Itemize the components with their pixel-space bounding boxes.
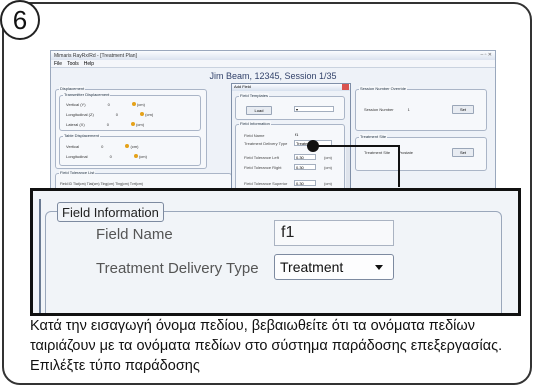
tolerance-left-label: Field Tolerance Left — [244, 155, 279, 160]
treatment-site-legend: Treatment Site — [359, 134, 388, 139]
transmitter-legend: Transmitter Displacement — [63, 92, 111, 97]
session-number-value: 1 — [407, 107, 410, 112]
load-button[interactable]: Load — [246, 106, 272, 115]
tolerance-superior-label: Field Tolerance Superior — [244, 181, 288, 186]
application-screenshot: Mimaris RayRx/Rd - [Treatment Plan] – ▫ … — [50, 50, 496, 192]
row-unit: (cm) — [138, 154, 147, 159]
status-dot-icon — [131, 102, 136, 106]
dialog-scrollbar[interactable] — [346, 146, 350, 191]
row-table-vertical: Vertical 0 (cm) — [66, 144, 138, 149]
session-number-label: Session Number — [364, 107, 394, 112]
window-titlebar: Mimaris RayRx/Rd - [Treatment Plan] – ▫ … — [51, 51, 495, 60]
menu-tools[interactable]: Tools — [67, 61, 79, 67]
menu-bar: File Tools Help — [51, 60, 495, 68]
treatment-site-set-button[interactable]: Set — [452, 148, 474, 157]
row-label: Vertical (Y) — [66, 102, 86, 107]
row-value: 0 — [101, 144, 104, 149]
field-templates-panel: Field Templates Load ▾ — [235, 93, 345, 120]
dialog-title: Add Field — [234, 84, 251, 89]
row-unit: (cm) — [130, 144, 139, 149]
instruction-caption: Κατά την εισαγωγή όνομα πεδίου, βεβαιωθε… — [30, 318, 503, 374]
window-controls[interactable]: – ▫ ✕ — [480, 52, 492, 58]
displacement-panel: Displacement Transmitter Displacement Ve… — [55, 86, 207, 169]
tolerance-columns: Field ID Tlat(cm) Tlat(cm) Tlng(cm) Tlng… — [60, 182, 143, 186]
template-select[interactable]: ▾ — [294, 106, 334, 112]
close-icon[interactable] — [342, 84, 349, 90]
session-number-panel: Session Number Override Session Number 1… — [355, 86, 487, 131]
session-title: Jim Beam, 12345, Session 1/35 — [209, 71, 337, 81]
dialog-field-info-panel: Field Information Field Name f1 Treatmen… — [235, 121, 345, 191]
delivery-type-label: Treatment Delivery Type — [96, 260, 259, 277]
field-information-legend: Field Information — [57, 202, 164, 222]
unit-label: (cm) — [324, 155, 332, 160]
row-unit: (cm) — [145, 112, 154, 117]
row-label: Vertical — [66, 144, 80, 149]
treatment-site-panel: Treatment Site Treatment Site Prostate S… — [355, 134, 487, 171]
tolerance-right-label: Field Tolerance Right — [244, 165, 282, 170]
row-value: 0 — [115, 112, 119, 117]
treatment-site-label: Treatment Site — [364, 150, 391, 155]
dialog-field-name-input[interactable]: f1 — [294, 132, 332, 138]
status-dot-icon — [133, 154, 138, 158]
session-set-button[interactable]: Set — [452, 105, 474, 114]
tolerance-superior-input[interactable]: 0.30 — [294, 180, 316, 186]
row-vertical-y: Vertical (Y) 0 (cm) — [66, 102, 145, 107]
row-label: Longitudinal (Z) — [66, 112, 94, 117]
row-label: Longitudinal — [66, 154, 88, 159]
zoom-inset: Field Name f1 Treatment Delivery Type Tr… — [30, 188, 521, 316]
row-table-longitudinal: Longitudinal 0 (cm) — [66, 154, 147, 159]
unit-label: (cm) — [324, 181, 332, 186]
field-name-label: Field Name — [96, 226, 173, 243]
row-value: 0 — [106, 122, 109, 127]
transmitter-panel: Transmitter Displacement Vertical (Y) 0 … — [59, 92, 201, 131]
dialog-delivery-label: Treatment Delivery Type — [244, 141, 288, 146]
row-label: Lateral (X) — [66, 122, 85, 127]
field-information-group: Field Name f1 Treatment Delivery Type Tr… — [45, 211, 502, 313]
tolerance-list-legend: Field Tolerance List — [59, 170, 96, 175]
chevron-down-icon — [375, 265, 383, 270]
callout-line — [318, 145, 398, 147]
menu-help[interactable]: Help — [84, 61, 94, 67]
row-value: 0 — [107, 102, 110, 107]
status-dot-icon — [125, 144, 130, 148]
treatment-site-row: Treatment Site Prostate — [364, 150, 413, 155]
session-number-row: Session Number 1 — [364, 107, 410, 112]
window-title: Mimaris RayRx/Rd - [Treatment Plan] — [54, 52, 137, 59]
row-unit: (cm) — [136, 102, 145, 107]
callout-line — [398, 145, 400, 187]
delivery-type-value: Treatment — [280, 259, 344, 275]
dialog-titlebar: Add Field — [232, 84, 350, 91]
status-dot-icon — [130, 122, 135, 126]
delivery-type-select[interactable]: Treatment — [274, 254, 394, 280]
table-displacement-panel: Table Displacement Vertical 0 (cm) Longi… — [59, 133, 201, 166]
table-displacement-legend: Table Displacement — [63, 133, 100, 138]
dialog-field-info-legend: Field Information — [239, 121, 271, 126]
treatment-site-value: Prostate — [398, 150, 413, 155]
row-longitudinal-z: Longitudinal (Z) 0 (cm) — [66, 112, 153, 117]
tolerance-left-input[interactable]: 0.30 — [294, 154, 316, 160]
field-name-input[interactable]: f1 — [274, 220, 394, 246]
tolerance-right-input[interactable]: 0.30 — [294, 164, 316, 170]
step-number-badge: 6 — [0, 0, 40, 40]
row-lateral-x: Lateral (X) 0 (cm) — [66, 122, 144, 127]
displacement-legend: Displacement — [59, 86, 86, 91]
field-templates-legend: Field Templates — [239, 93, 269, 98]
unit-label: (cm) — [324, 165, 332, 170]
menu-file[interactable]: File — [54, 61, 62, 67]
session-number-legend: Session Number Override — [359, 86, 408, 91]
status-dot-icon — [140, 112, 145, 116]
row-unit: (cm) — [136, 122, 145, 127]
row-value: 0 — [109, 154, 112, 159]
dialog-field-name-label: Field Name — [244, 133, 265, 138]
add-field-dialog: Add Field Field Templates Load ▾ Field I… — [231, 83, 351, 191]
